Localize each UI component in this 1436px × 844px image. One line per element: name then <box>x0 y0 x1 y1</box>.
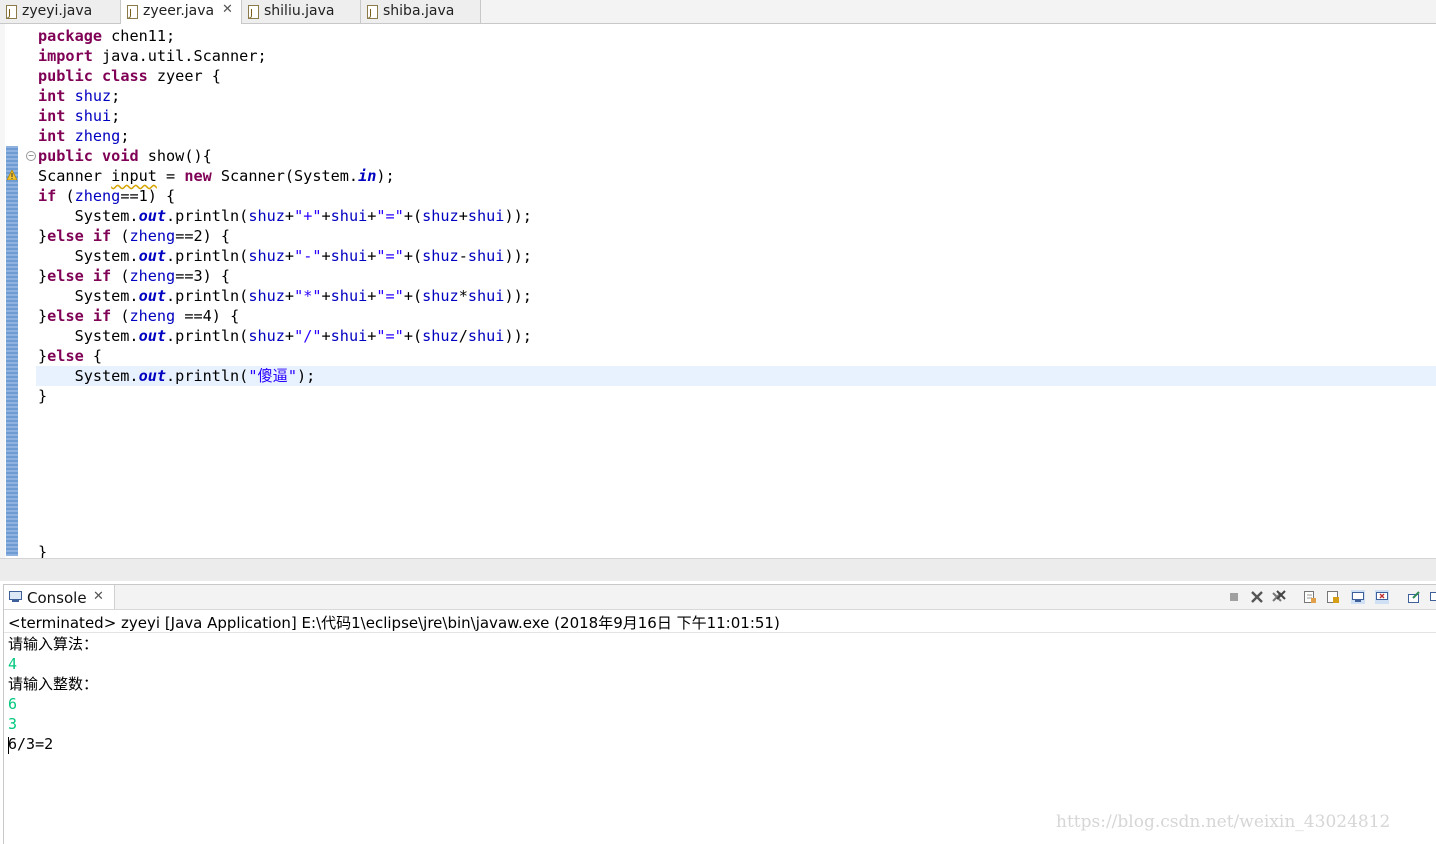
divider <box>4 632 1436 633</box>
code-line: } <box>38 386 47 406</box>
svg-text:J: J <box>128 8 132 19</box>
code-line: package chen11; <box>38 26 175 46</box>
code-line: Scanner input = new Scanner(System.in); <box>38 166 395 186</box>
tab-shiba-java[interactable]: J shiba.java <box>361 0 481 23</box>
code-line: System.out.println(shuz+"+"+shui+"="+(sh… <box>38 206 532 226</box>
tab-label: shiba.java <box>383 3 454 19</box>
code-line: }else if (zheng==2) { <box>38 226 230 246</box>
console-output-line: 请输入整数： <box>8 674 98 694</box>
code-editor[interactable]: − package chen11; import java.util.Scann… <box>0 24 1436 558</box>
close-console-icon[interactable]: ✕ <box>93 589 104 604</box>
show-on-stderr-icon[interactable] <box>1375 590 1389 604</box>
java-file-icon: J <box>248 5 260 19</box>
show-on-stdout-icon[interactable] <box>1351 590 1365 604</box>
code-line: public class zyeer { <box>38 66 221 86</box>
code-line: public void show(){ <box>38 146 212 166</box>
console-header: Console ✕ <box>4 585 1436 610</box>
code-line: System.out.println(shuz+"-"+shui+"="+(sh… <box>38 246 532 266</box>
code-line: }else if (zheng ==4) { <box>38 306 239 326</box>
code-line: int shui; <box>38 106 120 126</box>
tab-label: zyeyi.java <box>22 3 92 19</box>
console-output-line: 请输入算法： <box>8 634 98 654</box>
scroll-lock-icon[interactable] <box>1326 590 1340 604</box>
code-line: } <box>38 542 47 558</box>
code-line: int shuz; <box>38 86 120 106</box>
text-caret <box>8 737 9 754</box>
code-line: System.out.println(shuz+"*"+shui+"="+(sh… <box>38 286 532 306</box>
watermark: https://blog.csdn.net/weixin_43024812 <box>1056 812 1390 832</box>
console-tab-label: Console <box>27 589 87 607</box>
code-line: }else { <box>38 346 102 366</box>
code-line: int zheng; <box>38 126 129 146</box>
code-line: if (zheng==1) { <box>38 186 175 206</box>
svg-text:J: J <box>368 8 372 19</box>
tab-console[interactable]: Console ✕ <box>4 585 115 609</box>
fold-collapse-icon[interactable]: − <box>26 151 36 161</box>
console-icon <box>9 591 22 602</box>
tab-zyeyi-java[interactable]: J zyeyi.java <box>0 0 121 23</box>
java-file-icon: J <box>127 5 139 19</box>
line-gutter <box>18 24 36 558</box>
console-process-description: <terminated> zyeyi [Java Application] E:… <box>8 612 780 633</box>
tab-label: shiliu.java <box>264 3 335 19</box>
tab-shiliu-java[interactable]: J shiliu.java <box>242 0 361 23</box>
warning-icon[interactable] <box>7 170 17 180</box>
java-file-icon: J <box>6 5 18 19</box>
code-line: }else if (zheng==3) { <box>38 266 230 286</box>
terminate-icon[interactable] <box>1227 590 1241 604</box>
view-separator[interactable] <box>0 558 1436 581</box>
remove-launch-icon[interactable] <box>1250 590 1264 604</box>
close-tab-icon[interactable]: ✕ <box>222 2 233 17</box>
tab-label: zyeer.java <box>143 3 214 19</box>
overview-ruler <box>0 24 5 558</box>
change-ruler <box>6 146 18 556</box>
code-line: System.out.println(shuz+"/"+shui+"="+(sh… <box>38 326 532 346</box>
console-result-line: 6/3=2 <box>8 734 53 754</box>
tab-zyeer-java[interactable]: J zyeer.java ✕ <box>121 0 242 24</box>
java-file-icon: J <box>367 5 379 19</box>
clear-console-icon[interactable] <box>1303 590 1317 604</box>
remove-all-launches-icon[interactable] <box>1272 590 1286 604</box>
console-input-line: 4 <box>8 654 17 674</box>
svg-text:J: J <box>7 8 11 19</box>
console-input-line: 3 <box>8 714 17 734</box>
code-line: import java.util.Scanner; <box>38 46 267 66</box>
console-input-line: 6 <box>8 694 17 714</box>
svg-text:J: J <box>249 8 253 19</box>
code-line: System.out.println("傻逼"); <box>38 366 315 386</box>
editor-tab-bar: J zyeyi.java J zyeer.java ✕ J shiliu.jav… <box>0 0 1436 24</box>
display-console-icon[interactable] <box>1429 590 1436 604</box>
pin-console-icon[interactable] <box>1407 590 1421 604</box>
